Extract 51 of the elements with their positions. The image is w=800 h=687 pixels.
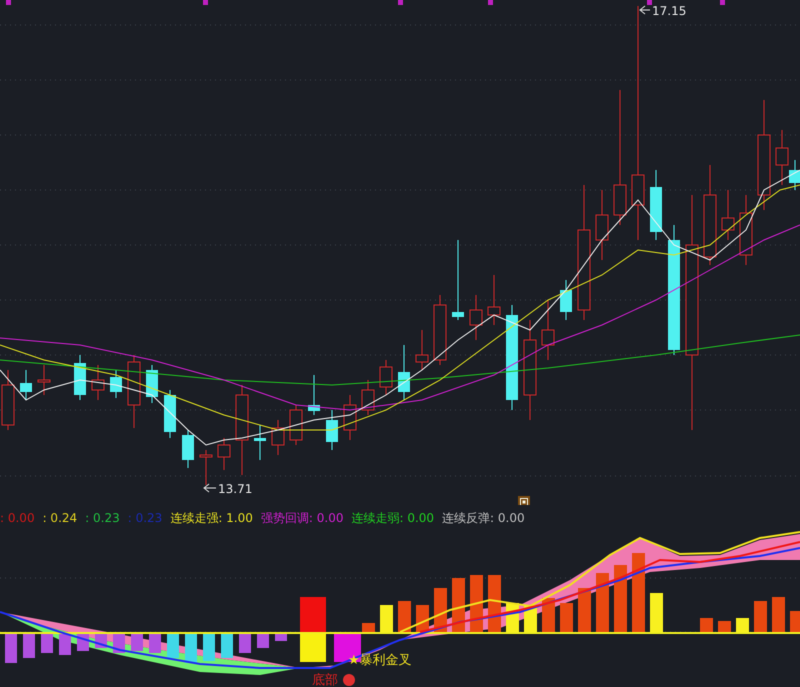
ball-icon bbox=[343, 674, 355, 686]
arrow-icon bbox=[639, 6, 650, 14]
signal-label: 底部 bbox=[312, 673, 338, 687]
candlestick bbox=[416, 330, 428, 370]
candlestick bbox=[308, 374, 320, 416]
low-price-label: 13.71 bbox=[218, 482, 252, 496]
candlestick bbox=[740, 194, 752, 266]
candlestick bbox=[722, 190, 734, 240]
marker bbox=[398, 0, 403, 5]
marker bbox=[6, 0, 11, 5]
candlestick bbox=[488, 274, 500, 326]
square-target-icon bbox=[518, 496, 530, 505]
indicator-value: : 0.23 bbox=[128, 511, 162, 525]
candlestick bbox=[110, 370, 122, 398]
high-price-label: 17.15 bbox=[652, 4, 686, 18]
candlestick bbox=[92, 364, 104, 400]
indicator-value: 强势回调: 0.00 bbox=[260, 510, 344, 526]
indicator-value: 连续反弹: 0.00 bbox=[442, 510, 525, 526]
candlestick bbox=[344, 394, 356, 440]
candlestick bbox=[398, 344, 410, 400]
candlestick bbox=[560, 280, 572, 320]
candlestick bbox=[272, 420, 284, 456]
indicator-value: 连续走强: 1.00 bbox=[170, 510, 253, 526]
signal-label: ★暴利金叉 bbox=[348, 653, 412, 668]
candlestick bbox=[542, 300, 554, 360]
candlestick bbox=[596, 190, 608, 260]
candlestick bbox=[218, 438, 230, 470]
candlestick bbox=[434, 294, 446, 366]
candlestick bbox=[164, 390, 176, 438]
candlestick bbox=[380, 360, 392, 396]
candlestick bbox=[290, 404, 302, 446]
candlestick bbox=[326, 410, 338, 450]
candlestick bbox=[470, 294, 482, 340]
marker bbox=[203, 0, 208, 5]
candlestick bbox=[362, 380, 374, 416]
indicator-value: 连续走弱: 0.00 bbox=[351, 510, 434, 526]
arrow-icon bbox=[203, 484, 216, 492]
indicator-value: : 0.24 bbox=[42, 511, 78, 525]
indicator-value: : 0.23 bbox=[85, 511, 120, 525]
candlestick bbox=[650, 170, 662, 240]
candlestick bbox=[182, 430, 194, 468]
indicator-value: : 0.00 bbox=[0, 511, 35, 525]
candlestick bbox=[20, 370, 32, 400]
marker bbox=[720, 0, 725, 5]
candlestick bbox=[38, 364, 50, 396]
marker bbox=[647, 0, 652, 5]
candlestick bbox=[254, 424, 266, 460]
candlestick bbox=[146, 364, 158, 404]
marker bbox=[488, 0, 493, 5]
candlestick bbox=[200, 450, 212, 486]
candlestick bbox=[74, 354, 86, 400]
